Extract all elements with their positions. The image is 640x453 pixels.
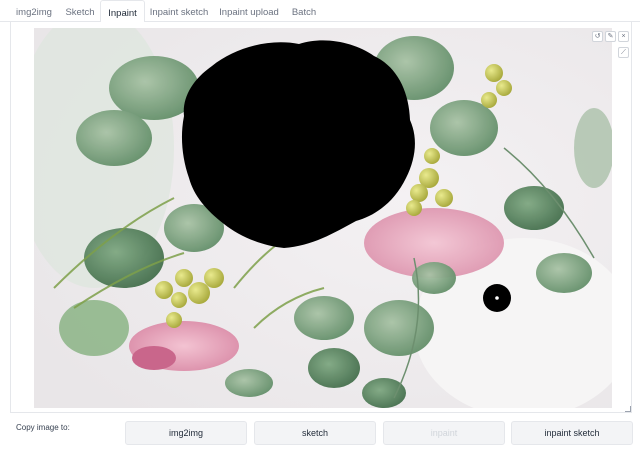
photo-image	[34, 28, 612, 408]
tab-inpaint[interactable]: Inpaint	[100, 0, 145, 23]
clear-icon[interactable]: ✎	[605, 31, 616, 42]
close-icon[interactable]: ×	[618, 31, 629, 42]
tab-inpaint-sketch[interactable]: Inpaint sketch	[146, 0, 212, 23]
tab-img2img[interactable]: img2img	[10, 0, 58, 23]
tab-sketch[interactable]: Sketch	[58, 0, 102, 23]
copy-to-img2img-button[interactable]: img2img	[125, 421, 247, 445]
copy-to-sketch-button[interactable]: sketch	[254, 421, 376, 445]
undo-icon[interactable]: ↺	[592, 31, 603, 42]
tab-inpaint-upload[interactable]: Inpaint upload	[214, 0, 284, 23]
copy-to-inpaint-button: inpaint	[383, 421, 505, 445]
copy-to-inpaint-sketch-button[interactable]: inpaint sketch	[511, 421, 633, 445]
tab-bar: img2img Sketch Inpaint Inpaint sketch In…	[0, 0, 640, 23]
brush-icon[interactable]: ⟋	[618, 47, 629, 58]
tab-batch[interactable]: Batch	[284, 0, 324, 23]
inpaint-canvas[interactable]	[34, 28, 612, 408]
resize-handle-icon[interactable]	[625, 406, 631, 412]
copy-image-label: Copy image to:	[16, 423, 70, 432]
